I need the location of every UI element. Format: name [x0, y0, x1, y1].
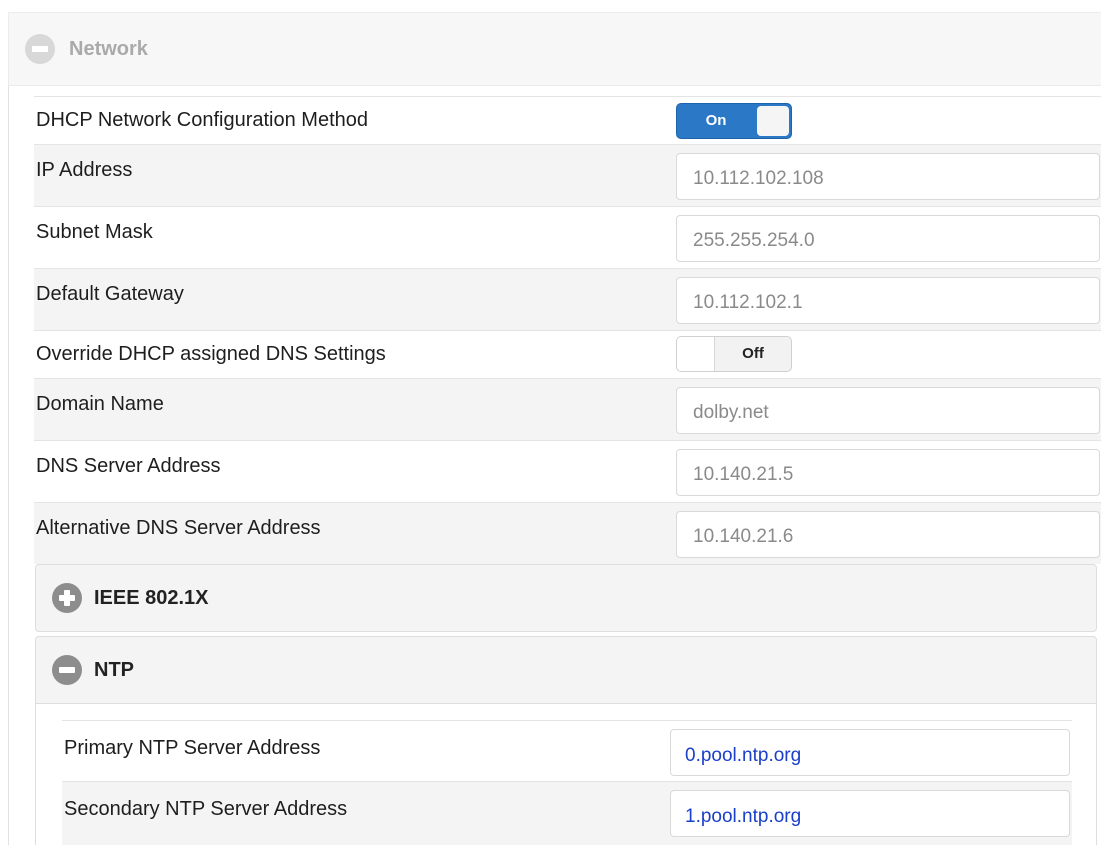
- override-dns-row: Override DHCP assigned DNS Settings Off: [34, 330, 1101, 378]
- primary-ntp-label: Primary NTP Server Address: [64, 737, 321, 759]
- primary-ntp-field[interactable]: 0.pool.ntp.org: [670, 729, 1070, 776]
- default-gateway-row: Default Gateway 10.112.102.1: [34, 268, 1101, 330]
- secondary-ntp-label: Secondary NTP Server Address: [64, 798, 348, 820]
- ip-address-row: IP Address 10.112.102.108: [34, 144, 1101, 206]
- subnet-mask-field[interactable]: 255.255.254.0: [676, 215, 1100, 262]
- ip-address-label: IP Address: [36, 159, 133, 181]
- ieee-8021x-title: IEEE 802.1X: [94, 586, 209, 609]
- plus-circle-icon[interactable]: [52, 583, 82, 613]
- dns-server-field[interactable]: 10.140.21.5: [676, 449, 1100, 496]
- ntp-panel-body: Primary NTP Server Address 0.pool.ntp.or…: [35, 704, 1097, 845]
- network-section-header[interactable]: Network: [8, 12, 1101, 86]
- ntp-panel-header[interactable]: NTP: [35, 636, 1097, 704]
- default-gateway-label: Default Gateway: [36, 283, 184, 305]
- secondary-ntp-field[interactable]: 1.pool.ntp.org: [670, 790, 1070, 837]
- primary-ntp-row: Primary NTP Server Address 0.pool.ntp.or…: [62, 720, 1072, 781]
- dns-server-row: DNS Server Address 10.140.21.5: [34, 440, 1101, 502]
- toggle-state-text: Off: [742, 345, 764, 362]
- override-dns-label: Override DHCP assigned DNS Settings: [36, 343, 386, 365]
- network-section-title: Network: [69, 37, 148, 60]
- domain-name-row: Domain Name dolby.net: [34, 378, 1101, 440]
- alt-dns-server-field[interactable]: 10.140.21.6: [676, 511, 1100, 558]
- ntp-title: NTP: [94, 658, 134, 681]
- domain-name-label: Domain Name: [36, 393, 164, 415]
- alt-dns-server-label: Alternative DNS Server Address: [36, 517, 321, 539]
- ieee-8021x-panel-header[interactable]: IEEE 802.1X: [35, 564, 1097, 632]
- default-gateway-field[interactable]: 10.112.102.1: [676, 277, 1100, 324]
- toggle-state-text: On: [705, 112, 727, 129]
- ip-address-field[interactable]: 10.112.102.108: [676, 153, 1100, 200]
- section-border: [8, 86, 9, 845]
- dhcp-row: DHCP Network Configuration Method On: [34, 96, 1101, 144]
- dhcp-label: DHCP Network Configuration Method: [36, 109, 369, 131]
- subnet-mask-row: Subnet Mask 255.255.254.0: [34, 206, 1101, 268]
- override-dns-toggle[interactable]: Off: [676, 336, 792, 372]
- toggle-knob: [677, 337, 715, 371]
- domain-name-field[interactable]: dolby.net: [676, 387, 1100, 434]
- minus-circle-icon[interactable]: [52, 655, 82, 685]
- alt-dns-server-row: Alternative DNS Server Address 10.140.21…: [34, 502, 1101, 564]
- minus-circle-icon[interactable]: [25, 34, 55, 64]
- dhcp-toggle[interactable]: On: [676, 103, 792, 139]
- dns-server-label: DNS Server Address: [36, 455, 221, 477]
- toggle-knob: [757, 106, 789, 136]
- secondary-ntp-row: Secondary NTP Server Address 1.pool.ntp.…: [62, 781, 1072, 845]
- subnet-mask-label: Subnet Mask: [36, 221, 153, 243]
